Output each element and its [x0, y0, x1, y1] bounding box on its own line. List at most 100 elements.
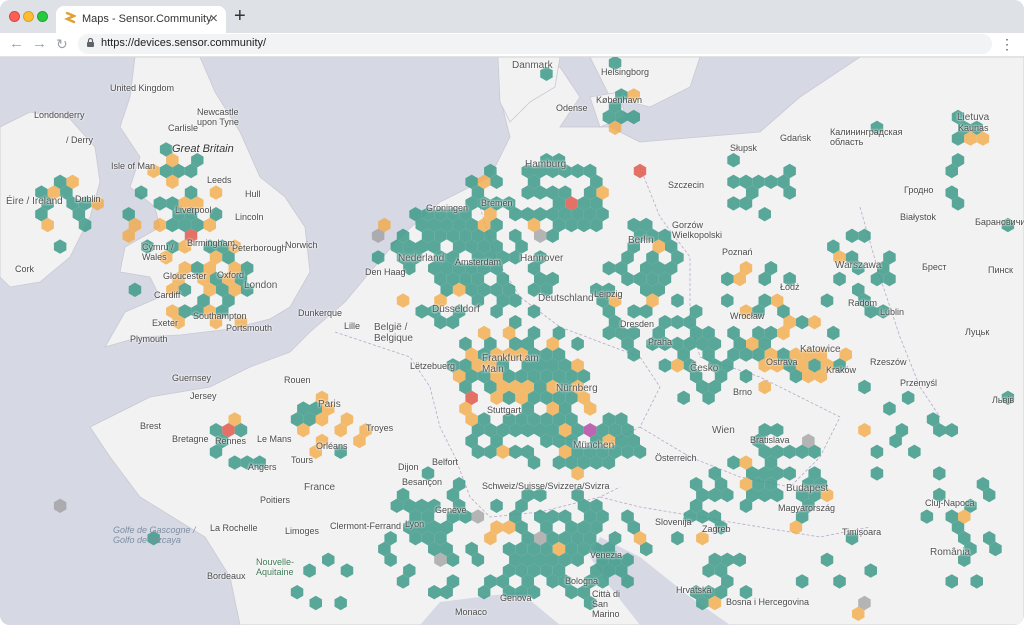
label-cork: Cork: [15, 264, 35, 274]
label-united-kingdom: United Kingdom: [110, 83, 175, 93]
label-troyes: Troyes: [366, 423, 394, 433]
label-clermont: Clermont-Ferrand: [330, 521, 402, 531]
label-angers: Angers: [248, 462, 277, 472]
reload-icon[interactable]: ↻: [56, 34, 68, 54]
label-leipzig: Leipzig: [594, 289, 623, 299]
label-slovenija: Slovenija: [655, 517, 692, 527]
label-rennes: Rennes: [215, 436, 247, 446]
label-kaunas: Kaunas: [958, 123, 989, 133]
forward-arrow-icon[interactable]: →: [32, 34, 47, 54]
label-ireland: Éire / Ireland: [6, 196, 63, 207]
tab-sensor-community[interactable]: Maps - Sensor.Community ×: [56, 6, 226, 33]
label-hrvatska: Hrvatska: [676, 585, 712, 595]
label-golfe: Golfe de Gascogne / Golfo de Vizcaya: [113, 525, 196, 545]
label-grodno: Гродно: [904, 185, 934, 195]
label-bordeaux: Bordeaux: [207, 571, 246, 581]
label-dunkerque: Dunkerque: [298, 308, 343, 318]
label-hamburg: Hamburg: [525, 159, 567, 170]
label-norwich: Norwich: [285, 240, 318, 250]
lock-icon: [87, 38, 94, 47]
label-rouen: Rouen: [284, 375, 311, 385]
new-tab-button[interactable]: +: [234, 5, 246, 27]
label-poitiers: Poitiers: [260, 495, 291, 505]
label-bologna: Bologna: [565, 576, 599, 586]
zoom-window-button[interactable]: [37, 11, 48, 22]
label-lodz: Łódź: [780, 282, 800, 292]
label-guernsey: Guernsey: [172, 373, 212, 383]
label-paris: Paris: [318, 399, 341, 410]
back-arrow-icon[interactable]: ←: [9, 34, 24, 54]
label-bosna: Bosna i Hercegovina: [726, 597, 810, 607]
label-great-britain: Great Britain: [172, 143, 234, 155]
label-genova: Genova: [500, 593, 532, 603]
toolbar: ← → ↻ https://devices.sensor.community/ …: [0, 33, 1024, 57]
minimize-window-button[interactable]: [23, 11, 34, 22]
label-osterreich: Österreich: [655, 453, 697, 463]
label-nurnberg: Nürnberg: [556, 383, 598, 394]
label-tours: Tours: [291, 455, 314, 465]
label-gdansk: Gdańsk: [780, 133, 812, 143]
label-helsingborg: Helsingborg: [601, 67, 650, 77]
label-exeter: Exeter: [152, 318, 179, 328]
label-cluj: Cluj-Napoca: [925, 498, 975, 508]
label-lviv: Львів: [992, 395, 1015, 405]
label-bialystok: Białystok: [900, 212, 937, 222]
label-birmingham: Birmingham: [187, 238, 236, 248]
label-romania: România: [930, 547, 971, 558]
label-carlisle: Carlisle: [168, 123, 199, 133]
label-poznan: Poznań: [722, 247, 753, 257]
label-geneve: Genève: [435, 505, 467, 515]
label-wien: Wien: [712, 425, 735, 436]
label-frankfurt: Frankfurt am Main: [482, 353, 539, 375]
label-schweiz: Schweiz/Suisse/Svizzera/Svizra: [482, 481, 610, 491]
label-besancon: Besançon: [402, 477, 443, 487]
label-munchen: München: [573, 440, 615, 451]
label-katowice: Katowice: [800, 344, 841, 355]
label-danmark: Danmark: [512, 60, 553, 71]
browser-window: Maps - Sensor.Community × + ← → ↻ https:…: [0, 0, 1024, 625]
label-plymouth: Plymouth: [130, 334, 168, 344]
sensor-map[interactable]: Danmark United Kingdom Newcastle upon Ty…: [0, 57, 1024, 625]
label-dresden: Dresden: [620, 319, 655, 329]
label-szczecin: Szczecin: [668, 180, 705, 190]
label-hull: Hull: [245, 189, 261, 199]
label-newcastle: Newcastle upon Tyne: [197, 107, 239, 127]
label-slupsk: Słupsk: [730, 143, 758, 153]
label-berlin: Berlin: [628, 235, 654, 246]
label-isle-of-man: Isle of Man: [111, 161, 156, 171]
label-belgique: België / Belgique: [374, 322, 413, 344]
label-lietuva: Lietuva: [957, 112, 990, 123]
label-nouvelle-aquitaine: Nouvelle-Aquitaine: [256, 557, 295, 577]
label-bremen: Bremen: [481, 198, 513, 208]
label-przemysl: Przemyśl: [900, 378, 938, 388]
label-budapest: Budapest: [786, 483, 829, 494]
label-lincoln: Lincoln: [235, 212, 264, 222]
label-liverpool: Liverpool: [175, 205, 212, 215]
tab-close-icon[interactable]: ×: [209, 10, 218, 28]
close-window-button[interactable]: [9, 11, 20, 22]
label-lublin: Lublin: [880, 307, 905, 317]
label-magyarorszag: Magyarország: [778, 503, 836, 513]
label-peterborough: Peterborough: [232, 243, 287, 253]
label-le-mans: Le Mans: [257, 434, 292, 444]
label-zagreb: Zagreb: [702, 524, 731, 534]
label-la-rochelle: La Rochelle: [210, 523, 258, 533]
label-belfort: Belfort: [432, 457, 459, 467]
label-lille: Lille: [344, 321, 361, 331]
label-pinsk: Пинск: [988, 265, 1013, 275]
label-derry: / Derry: [66, 135, 93, 145]
label-dijon: Dijon: [398, 462, 419, 472]
label-portsmouth: Portsmouth: [226, 323, 273, 333]
label-limoges: Limoges: [285, 526, 320, 536]
label-kaliningrad: Калининградская область: [830, 127, 903, 147]
label-ostrava: Ostrava: [766, 357, 798, 367]
kebab-menu-icon[interactable]: ⋮: [1000, 34, 1014, 54]
label-cesko: Česko: [690, 363, 719, 374]
label-lutsk: Луцьк: [965, 327, 990, 337]
label-nederland: Nederland: [398, 253, 445, 264]
label-jersey: Jersey: [190, 391, 217, 401]
address-bar[interactable]: https://devices.sensor.community/: [78, 34, 992, 54]
label-londonderry: Londonderry: [34, 110, 85, 120]
label-san-marino: Città di San Marino: [592, 589, 621, 619]
label-london: London: [244, 280, 278, 291]
